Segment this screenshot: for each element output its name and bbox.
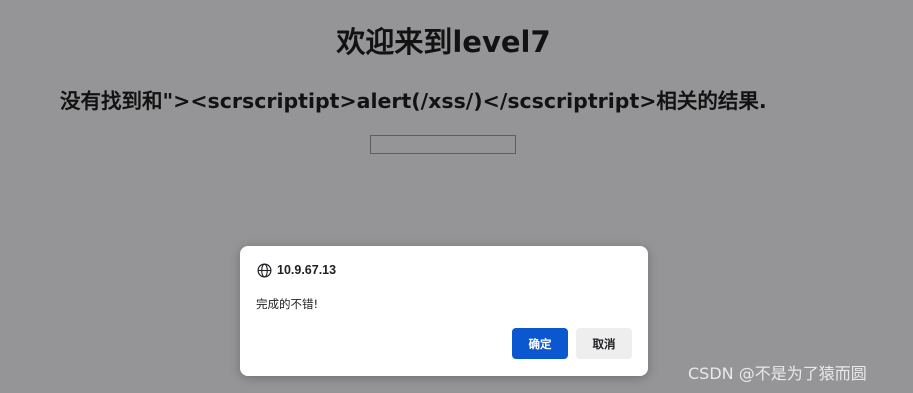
page-title: 欢迎来到level7 [336, 25, 551, 59]
globe-icon [257, 263, 272, 278]
dialog-origin: 10.9.67.13 [257, 261, 336, 279]
alert-dialog: 10.9.67.13 完成的不错! 确定 取消 [240, 246, 648, 376]
dialog-origin-text: 10.9.67.13 [277, 263, 337, 277]
search-input[interactable] [370, 135, 516, 154]
ok-button[interactable]: 确定 [512, 328, 568, 359]
search-result-message: 没有找到和"><scrscriptipt>alert(/xss/)</scscr… [60, 89, 767, 113]
dialog-message: 完成的不错! [256, 297, 319, 311]
page: 欢迎来到level7 没有找到和"><scrscriptipt>alert(/x… [0, 0, 913, 393]
csdn-watermark: CSDN @不是为了猿而圆 [688, 364, 867, 383]
cancel-button[interactable]: 取消 [576, 328, 632, 359]
